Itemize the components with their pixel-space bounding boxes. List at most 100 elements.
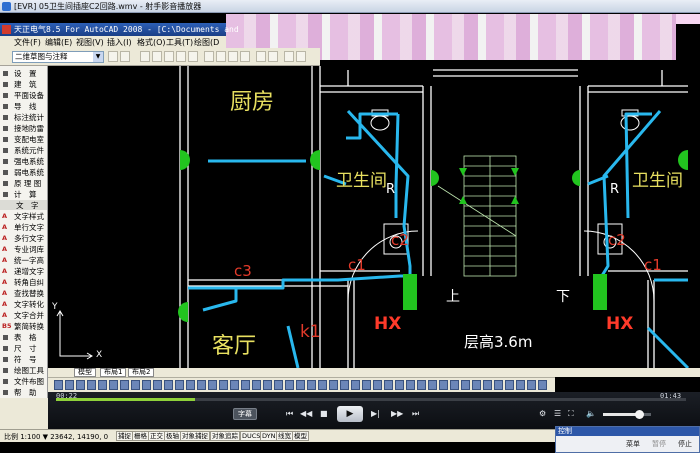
sidebar-item[interactable]: 标注统计: [0, 112, 47, 122]
erase-icon[interactable]: [296, 380, 305, 390]
chevron-down-icon[interactable]: ▼: [93, 52, 103, 62]
copy-tool-icon[interactable]: [142, 380, 151, 390]
seek-bar[interactable]: [56, 398, 686, 401]
sidebar-item[interactable]: 绘图工具: [0, 365, 47, 375]
sidebar-item[interactable]: 帮 助: [0, 387, 47, 397]
tab-layout2[interactable]: 布局2: [128, 368, 155, 377]
sidebar-item[interactable]: 变配电室: [0, 134, 47, 144]
skip-forward-icon[interactable]: ⏭: [412, 409, 419, 419]
status-toggle[interactable]: 模型: [292, 431, 309, 441]
move-icon[interactable]: [131, 380, 140, 390]
offset-icon[interactable]: [197, 380, 206, 390]
new-file-icon[interactable]: [140, 51, 150, 62]
explode-icon[interactable]: [285, 380, 294, 390]
menu-view[interactable]: 视图(V): [76, 37, 104, 48]
redo-icon[interactable]: [268, 51, 278, 62]
mirror-icon[interactable]: [164, 380, 173, 390]
step-forward-icon[interactable]: ▶|: [371, 409, 380, 418]
menu-format[interactable]: 格式(O): [137, 37, 166, 48]
point-icon[interactable]: [373, 380, 382, 390]
sidebar-item[interactable]: A 文字转化: [0, 299, 47, 309]
settings-icon[interactable]: ⚙: [539, 409, 546, 418]
cad-drawing-area[interactable]: 厨房 客厅 卫生间 卫生间 c3 c1 c1 c2 c2 k1 HX HX 上 …: [48, 66, 700, 368]
sidebar-section-header[interactable]: 文 字: [0, 200, 47, 210]
join-icon[interactable]: [252, 380, 261, 390]
dim-icon[interactable]: [329, 380, 338, 390]
polyline-icon[interactable]: [65, 380, 74, 390]
sidebar-item[interactable]: 导 线: [0, 101, 47, 111]
menu-tools[interactable]: 工具(T): [166, 37, 193, 48]
trim-icon[interactable]: [175, 380, 184, 390]
match-icon[interactable]: [318, 380, 327, 390]
status-toggle[interactable]: 线宽: [276, 431, 293, 441]
tab-model[interactable]: 模型: [74, 368, 96, 377]
sidebar-item[interactable]: 系统元件: [0, 145, 47, 155]
menu-draw[interactable]: 绘图(D: [194, 37, 219, 48]
control-pause-button[interactable]: 暂停: [652, 439, 666, 449]
copy-icon[interactable]: [228, 51, 238, 62]
sidebar-item[interactable]: A 多行文字: [0, 233, 47, 243]
pan-tool-icon[interactable]: [461, 380, 470, 390]
text-icon[interactable]: [120, 380, 129, 390]
layer-icon[interactable]: [307, 380, 316, 390]
pan-icon[interactable]: [284, 51, 294, 62]
subtitle-button[interactable]: 字幕: [233, 408, 257, 420]
workspace-combo[interactable]: 二维草图与注释 ▼: [12, 51, 104, 63]
open-file-icon[interactable]: [152, 51, 162, 62]
scale-icon[interactable]: [219, 380, 228, 390]
tab-layout1[interactable]: 布局1: [100, 368, 127, 377]
sidebar-item[interactable]: 表 格: [0, 332, 47, 342]
sidebar-item[interactable]: 计 算: [0, 189, 47, 199]
rect-icon[interactable]: [98, 380, 107, 390]
fillet-icon[interactable]: [274, 380, 283, 390]
volume-slider[interactable]: [603, 410, 651, 419]
sidebar-item[interactable]: 平面设备: [0, 90, 47, 100]
preview-icon[interactable]: [188, 51, 198, 62]
sidebar-item[interactable]: 文件布图: [0, 376, 47, 386]
status-toggle[interactable]: 捕捉: [116, 431, 133, 441]
regen-icon[interactable]: [472, 380, 481, 390]
status-toggle[interactable]: 对象追踪: [210, 431, 240, 441]
chamfer-icon[interactable]: [263, 380, 272, 390]
sidebar-item[interactable]: A 统一字高: [0, 255, 47, 265]
volume-knob[interactable]: [635, 410, 644, 419]
volume-icon[interactable]: 🔈: [586, 409, 596, 418]
properties-icon[interactable]: [483, 380, 492, 390]
array-icon[interactable]: [208, 380, 217, 390]
sidebar-item[interactable]: A 转角自纠: [0, 277, 47, 287]
cut-icon[interactable]: [216, 51, 226, 62]
publish-icon[interactable]: [204, 51, 214, 62]
menu-file[interactable]: 文件(F): [14, 37, 41, 48]
sidebar-item[interactable]: A 单行文字: [0, 222, 47, 232]
extend-icon[interactable]: [186, 380, 195, 390]
markup-icon[interactable]: [527, 380, 536, 390]
sidebar-item[interactable]: 强电系统: [0, 156, 47, 166]
stretch-icon[interactable]: [230, 380, 239, 390]
control-menu-button[interactable]: 菜单: [626, 439, 640, 449]
sidebar-item[interactable]: 接地防雷: [0, 123, 47, 133]
zoom-window-icon[interactable]: [450, 380, 459, 390]
sidebar-item[interactable]: B5 繁简转换: [0, 321, 47, 331]
arc-icon[interactable]: [87, 380, 96, 390]
spline-icon[interactable]: [384, 380, 393, 390]
skip-back-icon[interactable]: ⏮: [286, 409, 293, 419]
zoom-icon[interactable]: [296, 51, 306, 62]
rotate-icon[interactable]: [153, 380, 162, 390]
stop-icon[interactable]: ■: [320, 409, 328, 418]
hatch-icon[interactable]: [109, 380, 118, 390]
help-icon[interactable]: [538, 380, 547, 390]
area-icon[interactable]: [439, 380, 448, 390]
circle-icon[interactable]: [76, 380, 85, 390]
design-center-icon[interactable]: [494, 380, 503, 390]
control-stop-button[interactable]: 停止: [678, 439, 692, 449]
status-toggle[interactable]: 正交: [148, 431, 165, 441]
block-icon[interactable]: [351, 380, 360, 390]
leader-icon[interactable]: [340, 380, 349, 390]
print-icon[interactable]: [176, 51, 186, 62]
break-icon[interactable]: [241, 380, 250, 390]
measure-icon[interactable]: [428, 380, 437, 390]
undo-icon[interactable]: [256, 51, 266, 62]
menu-insert[interactable]: 插入(I): [107, 37, 132, 48]
status-toggle[interactable]: 对象捕捉: [180, 431, 210, 441]
sidebar-item[interactable]: A 专业词库: [0, 244, 47, 254]
